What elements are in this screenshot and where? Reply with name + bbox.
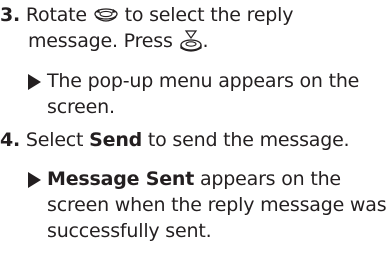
press-dial-icon (179, 29, 203, 54)
step-4-result: Message Sent appears on the screen when … (28, 166, 392, 244)
step-3-line-2: message. Press . (0, 28, 392, 54)
step-3-number: 3. (0, 4, 21, 26)
result-arrow-icon (28, 172, 41, 188)
step-3-text-part2: to select the reply (124, 4, 294, 26)
rotate-dial-icon (93, 6, 119, 26)
step-3-text-line2: message. Press (28, 30, 173, 52)
step-3-result: The pop-up menu appears on the screen. (28, 68, 392, 120)
step-4: 4. Select Send to send the message. (0, 127, 392, 153)
step-3-text-line2-end: . (202, 30, 209, 52)
step-4-text-part2: to send the message. (147, 129, 350, 151)
step-3: 3. Rotate to select the reply message. P… (0, 2, 392, 54)
step-3-result-text: The pop-up menu appears on the screen. (47, 70, 360, 118)
step-4-bold-word: Send (89, 129, 143, 151)
step-4-number: 4. (0, 129, 21, 151)
step-4-text-part1: Select (25, 129, 84, 151)
step-4-line-1: 4. Select Send to send the message. (0, 127, 392, 153)
step-4-result-bold: Message Sent (47, 168, 195, 190)
step-3-text-part1: Rotate (25, 4, 87, 26)
step-3-line-1: 3. Rotate to select the reply (0, 2, 392, 28)
step-4-result-paragraph: Message Sent appears on the screen when … (28, 166, 392, 244)
result-arrow-icon (28, 74, 41, 90)
